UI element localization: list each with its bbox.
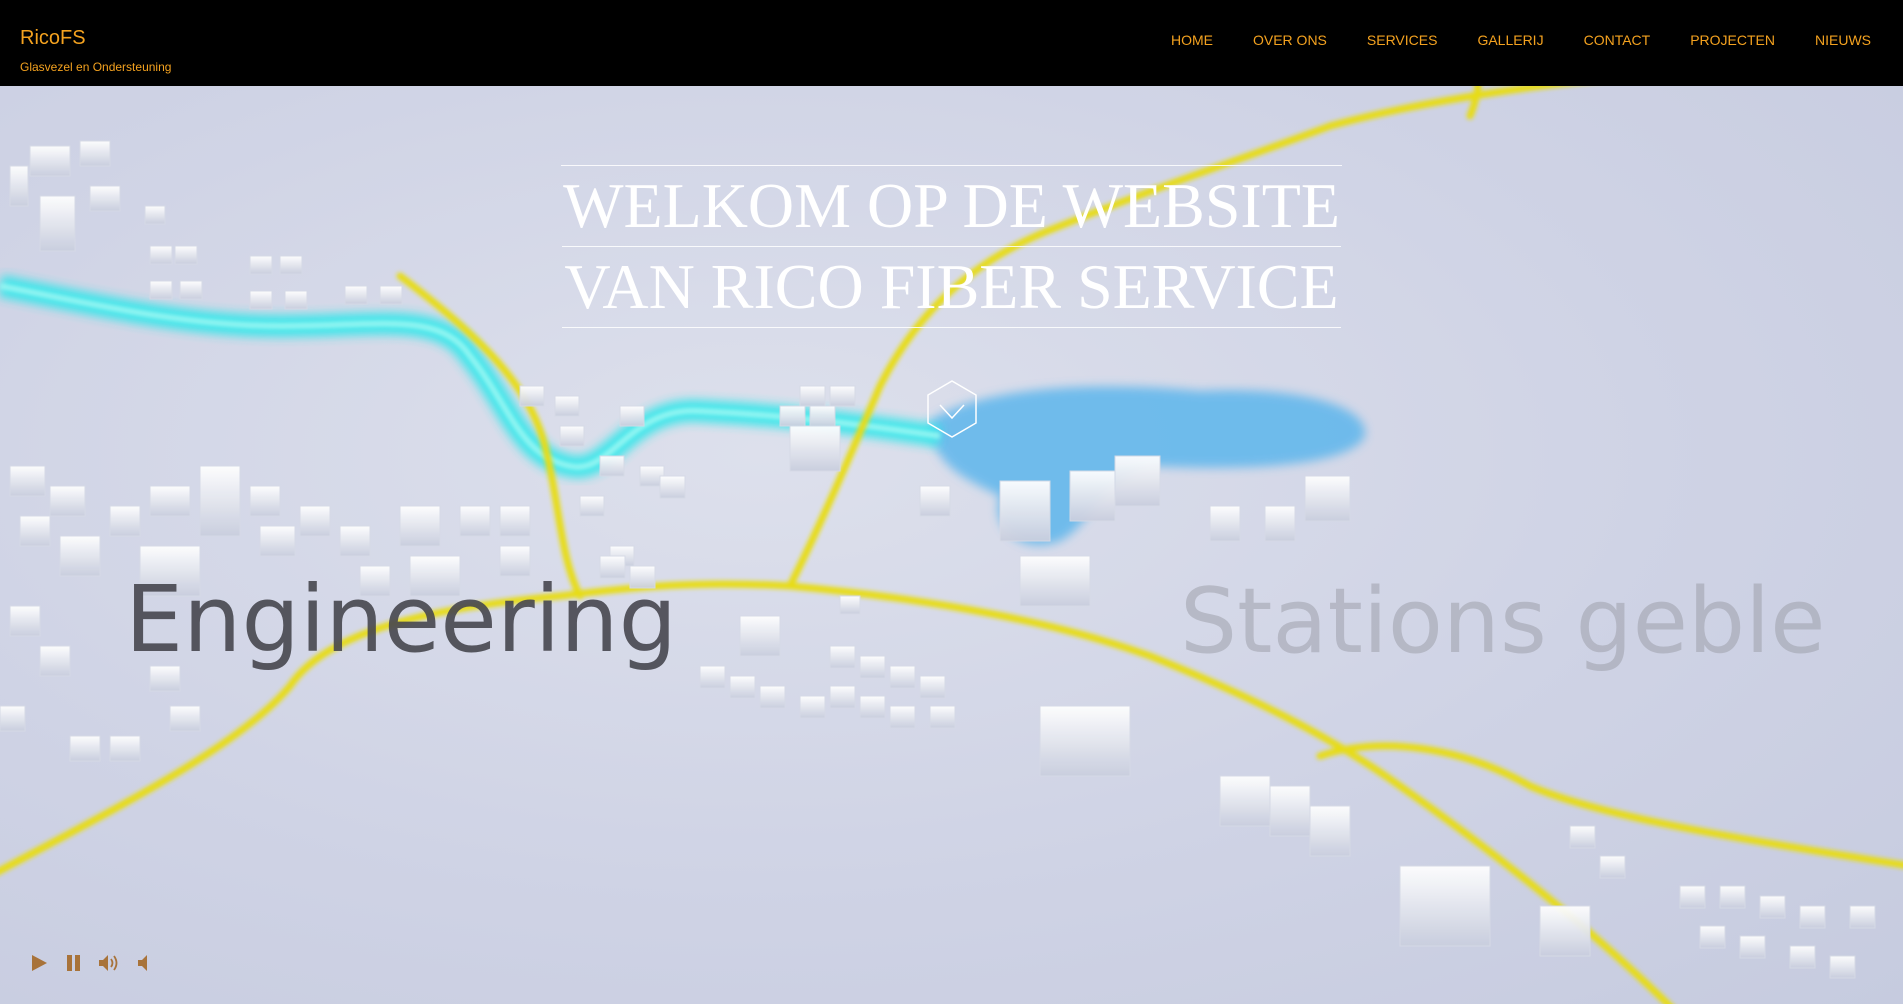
brand[interactable]: RicoFS Glasvezel en Ondersteuning <box>20 26 171 75</box>
site-header: RicoFS Glasvezel en Ondersteuning HOME O… <box>0 0 1903 86</box>
volume-up-icon[interactable] <box>98 952 120 974</box>
pause-icon[interactable] <box>63 952 85 974</box>
nav-services[interactable]: SERVICES <box>1367 30 1438 50</box>
headline-line-1: WELKOM OP DE WEBSITE <box>561 165 1342 246</box>
volume-mute-icon[interactable] <box>133 952 155 974</box>
main-nav: HOME OVER ONS SERVICES GALLERIJ CONTACT … <box>1131 30 1871 50</box>
brand-name[interactable]: RicoFS <box>20 26 171 50</box>
brand-tagline: Glasvezel en Ondersteuning <box>20 60 172 74</box>
hero-video: Engineering Stations geble WELKOM OP DE … <box>0 86 1903 1004</box>
nav-nieuws[interactable]: NIEUWS <box>1815 30 1871 50</box>
nav-contact[interactable]: CONTACT <box>1584 30 1651 50</box>
hero-headline: WELKOM OP DE WEBSITE VAN RICO FIBER SERV… <box>0 165 1903 328</box>
play-icon[interactable] <box>28 952 50 974</box>
video-text-stations: Stations geble <box>1180 569 1825 674</box>
chevron-down-hexagon-icon[interactable] <box>922 379 982 439</box>
nav-gallerij[interactable]: GALLERIJ <box>1477 30 1543 50</box>
video-controls <box>28 952 168 974</box>
nav-over-ons[interactable]: OVER ONS <box>1253 30 1327 50</box>
nav-home[interactable]: HOME <box>1171 30 1213 50</box>
video-text-engineering: Engineering <box>125 566 677 673</box>
headline-line-2: VAN RICO FIBER SERVICE <box>562 246 1341 328</box>
nav-projecten[interactable]: PROJECTEN <box>1690 30 1775 50</box>
